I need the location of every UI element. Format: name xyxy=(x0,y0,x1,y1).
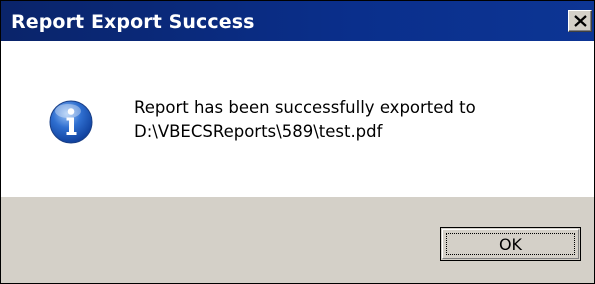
dialog-window: Report Export Success Report has been su… xyxy=(0,0,595,284)
dialog-content: Report has been successfully exported to… xyxy=(1,41,594,197)
info-icon xyxy=(49,100,93,144)
message-line-2: D:\VBECSReports\589\test.pdf xyxy=(134,122,383,141)
message-line-1: Report has been successfully exported to xyxy=(134,98,476,117)
ok-button[interactable]: OK xyxy=(440,227,581,261)
title-bar[interactable]: Report Export Success xyxy=(1,1,594,41)
window-title: Report Export Success xyxy=(11,11,255,33)
button-bar: OK xyxy=(1,197,594,283)
message-text: Report has been successfully exported to… xyxy=(134,96,476,144)
close-button[interactable] xyxy=(568,10,592,32)
close-icon xyxy=(574,15,587,27)
ok-button-label: OK xyxy=(498,235,523,254)
